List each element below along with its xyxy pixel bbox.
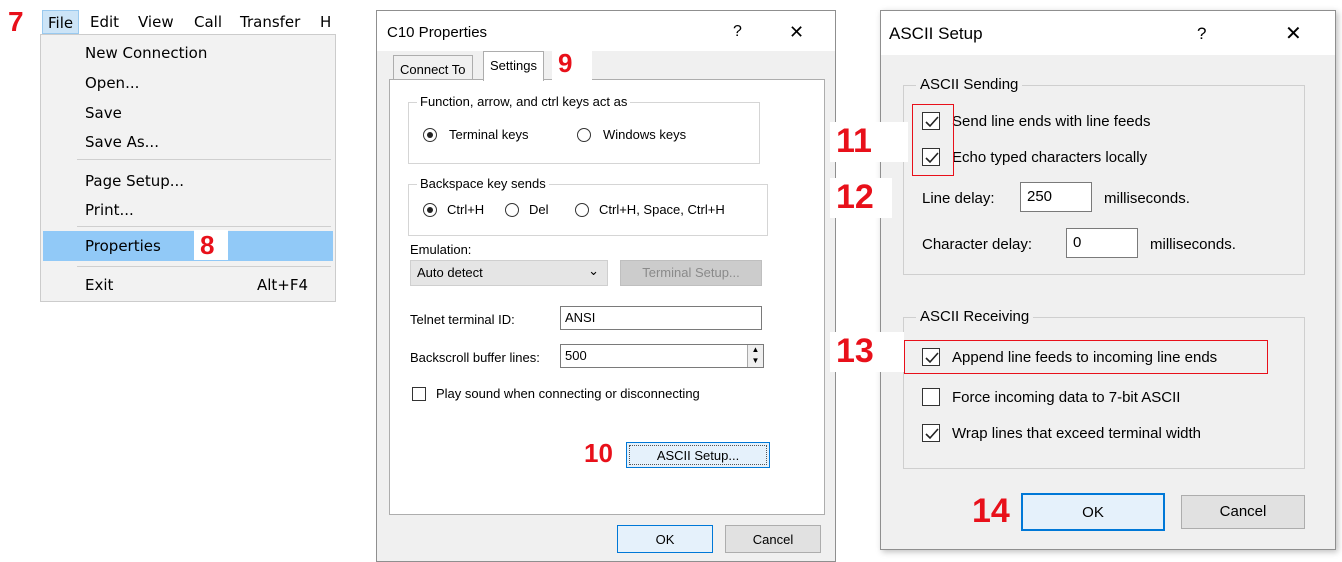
menu-bar: File Edit View Call Transfer H <box>40 10 336 34</box>
file-menu-dropdown: New Connection Open... Save Save As... P… <box>40 34 336 302</box>
wrap-lines-checkbox[interactable] <box>922 424 940 442</box>
ok-label: OK <box>655 532 675 547</box>
step-14-marker: 14 <box>972 492 1010 530</box>
play-sound-checkbox[interactable] <box>412 387 426 401</box>
help-button[interactable]: ? <box>1197 25 1206 43</box>
menu-file[interactable]: File <box>42 10 80 34</box>
radio-del[interactable] <box>505 203 519 217</box>
tab-settings[interactable]: Settings <box>483 51 544 81</box>
emulation-label: Emulation: <box>410 242 472 257</box>
ascii-receiving-label: ASCII Receiving <box>916 307 1034 327</box>
char-delay-label: Character delay: <box>922 236 1033 253</box>
send-line-ends-label: Send line ends with line feeds <box>952 113 1151 130</box>
ascii-setup-button[interactable]: ASCII Setup... <box>626 442 770 468</box>
menu-item-save-as[interactable]: Save As... <box>85 133 159 151</box>
menu-edit[interactable]: Edit <box>90 13 119 31</box>
play-sound-label: Play sound when connecting or disconnect… <box>436 386 700 401</box>
step-9-marker: 9 <box>558 48 573 78</box>
menu-item-exit[interactable]: Exit <box>85 276 113 294</box>
radio-ctrl-h-space[interactable] <box>575 203 589 217</box>
step-7-marker: 7 <box>8 6 24 37</box>
cancel-label: Cancel <box>752 532 794 547</box>
terminal-setup-button[interactable]: Terminal Setup... <box>620 260 762 286</box>
telnet-id-input[interactable]: ANSI <box>560 306 762 330</box>
cancel-label: Cancel <box>1219 503 1267 520</box>
append-line-feeds-highlight-box <box>904 340 1268 374</box>
windows-keys-label: Windows keys <box>603 127 687 142</box>
title-bar: C10 Properties ? ✕ <box>377 11 835 51</box>
menu-item-exit-shortcut: Alt+F4 <box>257 276 309 294</box>
menu-item-print[interactable]: Print... <box>85 201 134 219</box>
backscroll-input[interactable]: 500 ▲ ▼ <box>560 344 764 368</box>
ascii-sending-group: ASCII Sending Send line ends with line f… <box>903 75 1305 275</box>
ctrl-h-label: Ctrl+H <box>447 202 485 217</box>
radio-windows-keys[interactable] <box>577 128 591 142</box>
menu-separator <box>77 266 331 267</box>
backscroll-value: 500 <box>565 348 587 363</box>
menu-gutter <box>41 35 75 301</box>
line-delay-unit: milliseconds. <box>1104 190 1190 207</box>
chevron-down-icon: ⌄ <box>588 263 599 278</box>
force-7bit-checkbox[interactable] <box>922 388 940 406</box>
ascii-sending-label: ASCII Sending <box>916 75 1023 95</box>
wrap-lines-label: Wrap lines that exceed terminal width <box>952 425 1202 442</box>
menu-item-save[interactable]: Save <box>85 104 122 122</box>
close-icon[interactable]: ✕ <box>789 23 804 41</box>
backscroll-spin-down[interactable]: ▼ <box>747 356 763 367</box>
cancel-button[interactable]: Cancel <box>725 525 821 553</box>
step-12-marker: 12 <box>836 178 874 216</box>
properties-dialog: C10 Properties ? ✕ Connect To Settings F… <box>376 10 836 562</box>
echo-typed-label: Echo typed characters locally <box>952 149 1148 166</box>
ok-button[interactable]: OK <box>617 525 713 553</box>
ctrl-h-space-label: Ctrl+H, Space, Ctrl+H <box>599 202 725 217</box>
keys-group-label: Function, arrow, and ctrl keys act as <box>417 94 631 110</box>
dialog-title: C10 Properties <box>387 24 488 41</box>
menu-view[interactable]: View <box>138 13 174 31</box>
help-button[interactable]: ? <box>733 23 742 41</box>
radio-ctrl-h[interactable] <box>423 203 437 217</box>
menu-separator <box>77 226 331 227</box>
telnet-id-label: Telnet terminal ID: <box>410 312 515 327</box>
step-11-marker: 11 <box>836 122 872 160</box>
menu-call[interactable]: Call <box>194 13 222 31</box>
menu-separator <box>77 159 331 160</box>
ascii-setup-label: ASCII Setup... <box>656 448 740 463</box>
step-13-marker: 13 <box>836 332 874 370</box>
keys-group: Function, arrow, and ctrl keys act as Te… <box>408 94 760 164</box>
menu-item-new-connection[interactable]: New Connection <box>85 44 207 62</box>
menu-help[interactable]: H <box>320 13 331 31</box>
step-10-marker: 10 <box>584 438 613 468</box>
checkbox-highlight-box <box>912 104 954 176</box>
emulation-select[interactable]: Auto detect ⌄ <box>410 260 608 286</box>
menu-item-properties[interactable]: Properties <box>85 237 161 255</box>
cancel-button[interactable]: Cancel <box>1181 495 1305 529</box>
backscroll-spin-up[interactable]: ▲ <box>747 345 763 356</box>
emulation-value: Auto detect <box>417 265 483 280</box>
ok-label: OK <box>1082 504 1104 521</box>
menu-item-open[interactable]: Open... <box>85 74 139 92</box>
settings-tab-page: Function, arrow, and ctrl keys act as Te… <box>389 79 825 515</box>
ok-button[interactable]: OK <box>1021 493 1165 531</box>
terminal-keys-label: Terminal keys <box>449 127 529 142</box>
step-8-marker: 8 <box>200 230 215 260</box>
radio-terminal-keys[interactable] <box>423 128 437 142</box>
backspace-group: Backspace key sends Ctrl+H Del Ctrl+H, S… <box>408 176 768 236</box>
close-icon[interactable]: ✕ <box>1285 24 1302 44</box>
menu-item-page-setup[interactable]: Page Setup... <box>85 172 184 190</box>
line-delay-label: Line delay: <box>922 190 995 207</box>
force-7bit-label: Force incoming data to 7-bit ASCII <box>952 389 1181 406</box>
menu-transfer[interactable]: Transfer <box>240 13 300 31</box>
backscroll-label: Backscroll buffer lines: <box>410 350 540 365</box>
backspace-group-label: Backspace key sends <box>417 176 549 192</box>
ascii-setup-dialog: ASCII Setup ? ✕ ASCII Sending Send line … <box>880 10 1336 550</box>
tab-connect-to[interactable]: Connect To <box>393 55 473 81</box>
checkmark-icon <box>925 428 939 440</box>
line-delay-input[interactable]: 250 <box>1020 182 1092 212</box>
char-delay-input[interactable]: 0 <box>1066 228 1138 258</box>
dialog-title: ASCII Setup <box>889 24 983 43</box>
title-bar: ASCII Setup ? ✕ <box>881 11 1335 55</box>
del-label: Del <box>529 202 549 217</box>
char-delay-unit: milliseconds. <box>1150 236 1236 253</box>
